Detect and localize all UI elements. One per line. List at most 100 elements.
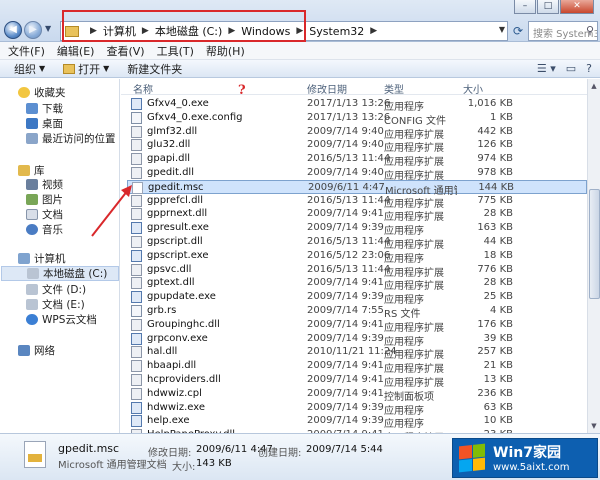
file-date: 2009/7/14 9:39	[307, 332, 384, 344]
nav-network[interactable]: 网络	[18, 343, 55, 358]
computer-icon	[18, 253, 30, 264]
open-icon	[63, 63, 76, 74]
table-row[interactable]: gpscript.exe 2016/5/12 23:06 应用程序 18 KB	[127, 249, 587, 265]
file-size: 44 KB	[483, 236, 513, 247]
table-row[interactable]: Gfxv4_0.exe 2017/1/13 13:26 应用程序 1,016 KB	[127, 97, 587, 113]
table-row[interactable]: gpresult.exe 2009/7/14 9:39 应用程序 163 KB	[127, 221, 587, 237]
table-row[interactable]: gpprefcl.dll 2016/5/13 11:44 应用程序扩展 775 KB	[127, 194, 587, 210]
table-row[interactable]: gptext.dll 2009/7/14 9:41 应用程序扩展 28 KB	[127, 276, 587, 292]
menu-view[interactable]: 查看(V)	[106, 43, 144, 59]
organize-button[interactable]: 组织 ▼	[14, 61, 45, 77]
column-name-header[interactable]: 名称	[133, 81, 153, 96]
red-arrow-annotation	[91, 185, 132, 237]
menu-edit[interactable]: 编辑(E)	[57, 43, 95, 59]
table-row[interactable]: Groupinghc.dll 2009/7/14 9:41 应用程序扩展 176 KB	[127, 318, 587, 334]
chevron-right-icon[interactable]: ▶	[370, 26, 377, 36]
table-row-selected[interactable]: gpedit.msc2009/6/11 4:47Microsoft 通用管...…	[127, 179, 587, 197]
file-name: gpsvc.dll	[147, 263, 192, 275]
nav-favorites[interactable]: 收藏夹	[18, 85, 66, 100]
file-date: 2016/5/13 11:44	[307, 236, 391, 247]
scroll-up-icon[interactable]: ▲	[588, 80, 600, 92]
nav-local-disk-c[interactable]: 本地磁盘 (C:)	[1, 266, 119, 281]
recent-pages-dropdown[interactable]: ▼	[45, 24, 51, 33]
address-bar[interactable]: ▶ 计算机 ▶ 本地磁盘 (C:) ▶ Windows ▶ System32 ▶…	[60, 21, 508, 41]
table-row[interactable]: glu32.dll 2009/7/14 9:40 应用程序扩展 126 KB	[127, 138, 587, 154]
search-input[interactable]: 搜索 System32 ⚲	[528, 21, 598, 41]
refresh-button[interactable]: ⟳	[510, 21, 526, 41]
table-row[interactable]: hcproviders.dll 2009/7/14 9:41 应用程序扩展 13 KB	[127, 373, 587, 389]
chevron-right-icon[interactable]: ▶	[296, 26, 303, 36]
address-dropdown[interactable]: ▼	[499, 25, 505, 34]
nav-disk-e[interactable]: 文档 (E:)	[26, 297, 85, 312]
breadcrumb-windows[interactable]: Windows	[241, 25, 290, 38]
column-date-header[interactable]: 修改日期	[307, 81, 347, 96]
table-row[interactable]: hdwwiz.cpl 2009/7/14 9:41 控制面板项 236 KB	[127, 387, 587, 403]
breadcrumb-system32[interactable]: System32	[309, 25, 364, 38]
nav-pictures[interactable]: 图片	[26, 192, 63, 207]
table-row[interactable]: gpapi.dll 2016/5/13 11:44 应用程序扩展 974 KB	[127, 152, 587, 168]
windows-logo-icon	[459, 443, 485, 473]
file-date: 2009/7/14 9:40	[307, 167, 384, 178]
file-name: gptext.dll	[147, 277, 195, 289]
open-button[interactable]: 打开 ▼	[63, 61, 109, 77]
search-icon[interactable]: ⚲	[586, 24, 594, 37]
file-size: 13 KB	[483, 374, 513, 385]
menu-tools[interactable]: 工具(T)	[157, 43, 194, 59]
scroll-down-icon[interactable]: ▼	[588, 420, 600, 432]
preview-pane-icon[interactable]: ▭	[566, 62, 576, 75]
table-row[interactable]: hal.dll 2010/11/21 11:24 应用程序扩展 257 KB	[127, 345, 587, 361]
back-button[interactable]: ◀	[4, 21, 22, 39]
maximize-button[interactable]: □	[537, 0, 559, 14]
menu-help[interactable]: 帮助(H)	[206, 43, 245, 59]
breadcrumb-computer[interactable]: 计算机	[103, 23, 136, 39]
nav-libraries[interactable]: 库	[18, 163, 45, 178]
table-row[interactable]: gpprnext.dll 2009/7/14 9:41 应用程序扩展 28 KB	[127, 207, 587, 223]
breadcrumb-local-disk[interactable]: 本地磁盘 (C:)	[155, 23, 222, 39]
table-row[interactable]: help.exe 2009/7/14 9:39 应用程序 10 KB	[127, 414, 587, 430]
table-row[interactable]: gpupdate.exe 2009/7/14 9:39 应用程序 25 KB	[127, 290, 587, 306]
network-icon	[18, 345, 30, 356]
nav-disk-d[interactable]: 文件 (D:)	[26, 282, 86, 297]
table-row[interactable]: Gfxv4_0.exe.config 2017/1/13 13:26 CONFIG …	[127, 111, 587, 127]
table-row[interactable]: gpsvc.dll 2016/5/13 11:44 应用程序扩展 776 KB	[127, 263, 587, 279]
nav-label: 最近访问的位置	[42, 133, 116, 145]
new-folder-button[interactable]: 新建文件夹	[127, 61, 182, 77]
column-size-header[interactable]: 大小	[463, 81, 483, 96]
menu-file[interactable]: 文件(F)	[8, 43, 45, 59]
folder-icon	[65, 25, 79, 37]
file-size: 4 KB	[490, 305, 513, 316]
file-date: 2009/7/14 7:55	[307, 305, 384, 316]
table-row[interactable]: glmf32.dll 2009/7/14 9:40 应用程序扩展 442 KB	[127, 125, 587, 141]
scroll-thumb[interactable]	[589, 189, 600, 299]
minimize-button[interactable]: –	[514, 0, 536, 14]
column-type-header[interactable]: 类型	[384, 81, 404, 96]
nav-desktop[interactable]: 桌面	[26, 116, 63, 131]
file-name: help.exe	[147, 415, 190, 427]
chevron-right-icon[interactable]: ▶	[228, 26, 235, 36]
table-row[interactable]: grb.rs 2009/7/14 7:55 RS 文件 4 KB	[127, 304, 587, 320]
drive-icon	[27, 268, 39, 279]
table-row[interactable]: gpscript.dll 2016/5/13 11:44 应用程序扩展 44 KB	[127, 235, 587, 251]
file-name: hdwwiz.cpl	[147, 387, 202, 399]
vertical-scrollbar[interactable]: ▲ ▼	[587, 79, 600, 433]
forward-button[interactable]: ▶	[24, 21, 42, 39]
nav-label: 下载	[42, 103, 63, 115]
nav-recent[interactable]: 最近访问的位置	[26, 131, 116, 146]
nav-videos[interactable]: 视频	[26, 177, 63, 192]
table-row[interactable]: gpedit.dll 2009/7/14 9:40 应用程序扩展 978 KB	[127, 166, 587, 182]
chevron-right-icon[interactable]: ▶	[142, 26, 149, 36]
file-size: 775 KB	[477, 194, 513, 206]
table-row[interactable]: hdwwiz.exe 2009/7/14 9:39 应用程序 63 KB	[127, 401, 587, 417]
nav-music[interactable]: 音乐	[26, 222, 63, 237]
details-size-label: 大小:	[172, 462, 196, 473]
table-row[interactable]: hbaapi.dll 2009/7/14 9:41 应用程序扩展 21 KB	[127, 359, 587, 375]
view-options-icon[interactable]: ☰ ▾	[537, 62, 556, 75]
help-icon[interactable]: ?	[586, 62, 592, 75]
table-row[interactable]: grpconv.exe 2009/7/14 9:39 应用程序 39 KB	[127, 332, 587, 348]
nav-downloads[interactable]: 下载	[26, 101, 63, 116]
nav-documents[interactable]: 文档	[26, 207, 63, 222]
close-button[interactable]: ✕	[560, 0, 594, 14]
nav-label: 视频	[42, 179, 63, 191]
nav-wps-cloud[interactable]: WPS云文档	[26, 312, 97, 327]
nav-computer[interactable]: 计算机	[18, 251, 66, 266]
